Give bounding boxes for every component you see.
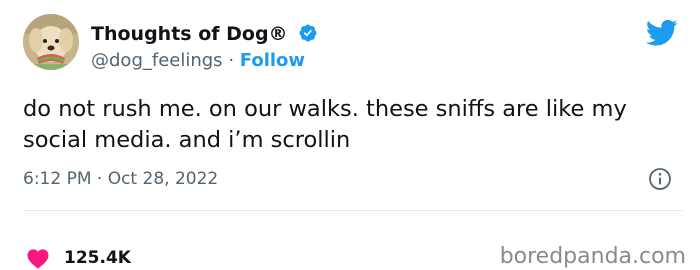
tweet-text: do not rush me. on our walks. these snif… xyxy=(23,96,627,153)
follow-button[interactable]: Follow xyxy=(240,50,305,71)
twitter-bird-icon[interactable] xyxy=(646,19,678,47)
author-name[interactable]: Thoughts of Dog® xyxy=(91,23,288,45)
handle-separator: · xyxy=(228,50,235,71)
divider xyxy=(23,210,682,211)
handle-row: @dog_feelings · Follow xyxy=(91,50,305,72)
watermark: boredpanda.com xyxy=(499,244,686,269)
avatar[interactable] xyxy=(23,14,79,70)
info-icon[interactable] xyxy=(648,167,672,191)
heart-icon[interactable] xyxy=(26,247,50,269)
author-handle[interactable]: @dog_feelings xyxy=(91,50,223,71)
like-count[interactable]: 125.4K xyxy=(64,247,131,269)
tweet-card: Thoughts of Dog® @dog_feelings · Follow … xyxy=(0,0,700,269)
dog-photo xyxy=(23,14,79,70)
tweet-timestamp[interactable]: 6:12 PM · Oct 28, 2022 xyxy=(23,168,218,190)
verified-badge-icon xyxy=(299,24,317,42)
author-name-row[interactable]: Thoughts of Dog® xyxy=(91,22,318,46)
